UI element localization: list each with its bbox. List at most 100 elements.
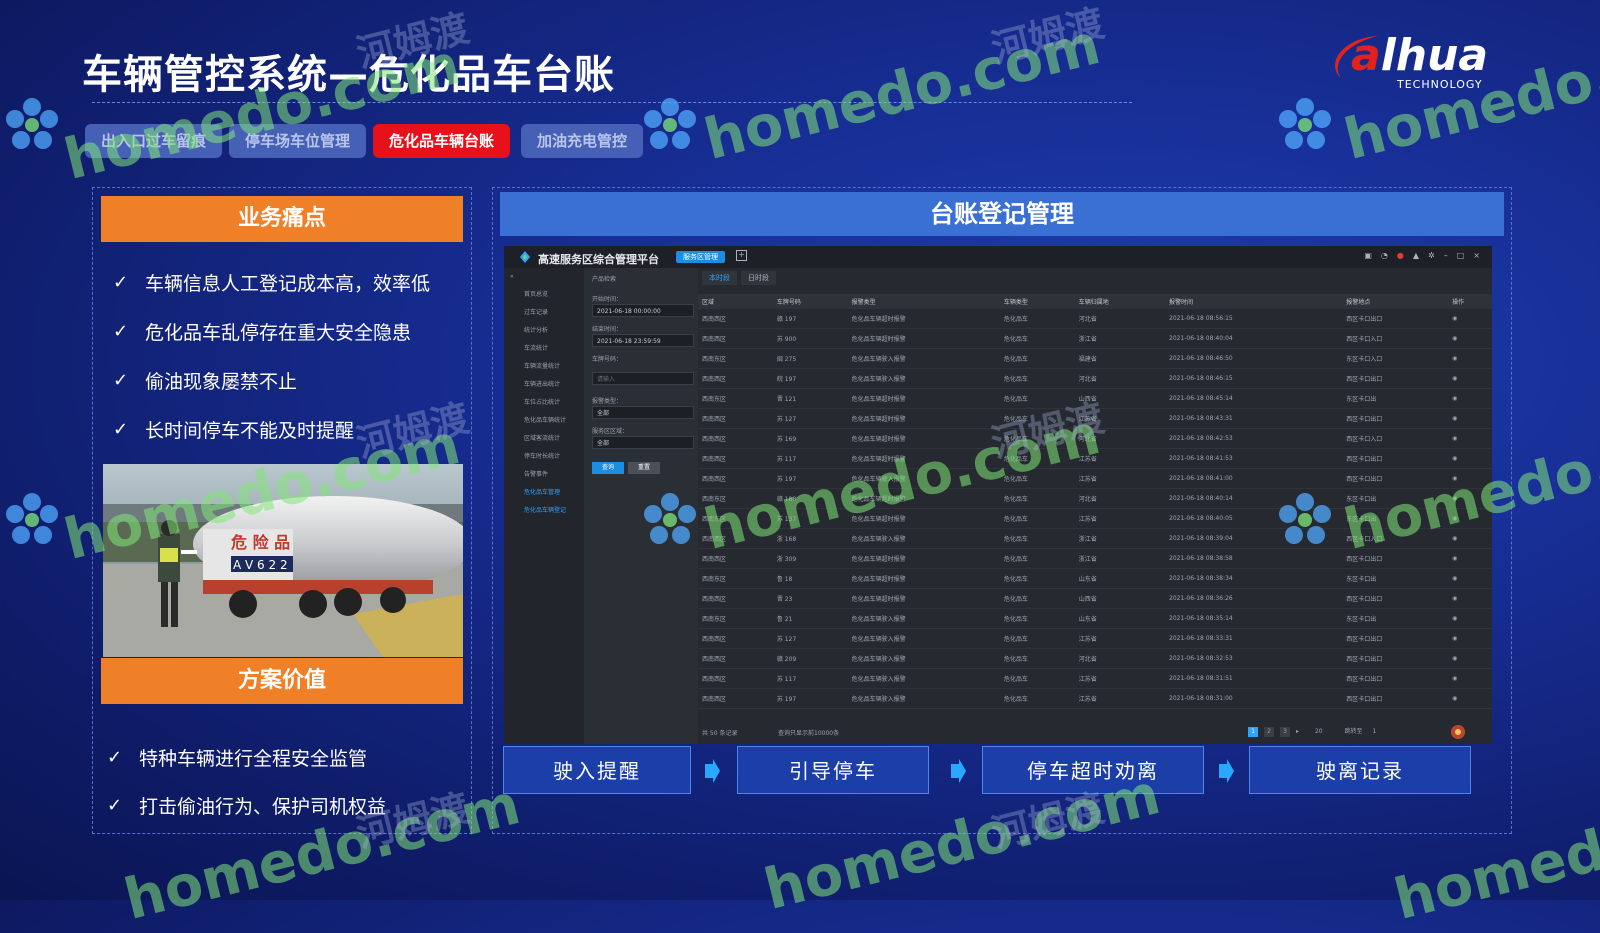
table-row[interactable]: 西南东区赣 188 危化品车辆超时报警 危化品车 河北省 2021-06-18 08:4… (698, 488, 1492, 509)
flow-step-entry-alert: 驶入提醒 (503, 746, 691, 794)
page-button[interactable]: 3 (1280, 727, 1290, 737)
table-row[interactable]: 西南西区苏 117 危化品车辆驶入报警 危化品车 江苏省 2021-06-18 08:3… (698, 668, 1492, 689)
monitor-icon[interactable]: ▣ (1364, 251, 1372, 260)
sidebar-subitem[interactable]: 危化品车辆统计 (504, 412, 584, 430)
check-icon: ✓ (113, 419, 129, 440)
table-row[interactable]: 西南东区苏 137 危化品车辆超时报警 危化品车 江苏省 2021-06-18 08:4… (698, 508, 1492, 529)
tab-day-period[interactable]: 日时段 (741, 271, 776, 285)
table-row[interactable]: 西南西区赣 209 危化品车辆驶入报警 危化品车 河北省 2021-06-18 08:3… (698, 648, 1492, 669)
page-button[interactable]: 1 (1248, 727, 1258, 737)
page-button[interactable]: 2 (1264, 727, 1274, 737)
tab-current-period[interactable]: 本时段 (702, 271, 737, 285)
value-list: ✓ 特种车辆进行全程安全监管 ✓ 打击偷油行为、保护司机权益 (107, 733, 386, 829)
table-row[interactable]: 西南西区苏 117 危化品车辆超时报警 危化品车 江苏省 2021-06-18 08:4… (698, 448, 1492, 469)
table-cell: 西区卡口出口 (1342, 688, 1449, 709)
table-row[interactable]: 西南西区晋 23 危化品车辆超时报警 危化品车 山西省 2021-06-18 08:36… (698, 588, 1492, 609)
sidebar-subitem[interactable]: 告警事件 (504, 466, 584, 484)
table-row[interactable]: 西南西区浙 309 危化品车辆超时报警 危化品车 浙江省 2021-06-18 08:3… (698, 548, 1492, 569)
alarm-type-select[interactable]: 全部 (592, 406, 694, 419)
table-cell: 危化品车辆驶入报警 (847, 648, 1000, 669)
sidebar-item[interactable]: 统计分析 (504, 322, 584, 340)
close-icon[interactable]: × (1473, 251, 1480, 260)
sidebar-subitem[interactable]: 车辆进出统计 (504, 376, 584, 394)
table-row[interactable]: 西南西区苏 197 危化品车辆驶入报警 危化品车 江苏省 2021-06-18 08:3… (698, 688, 1492, 709)
add-tab-icon[interactable]: + (736, 250, 747, 261)
page-size-select[interactable]: 20 (1315, 728, 1323, 735)
view-icon[interactable]: ◉ (1448, 488, 1492, 509)
sidebar-subitem[interactable]: 车流统计 (504, 340, 584, 358)
sidebar-item[interactable]: 首页总览 (504, 286, 584, 304)
settings-icon[interactable]: ✲ (1428, 251, 1435, 260)
table-cell: 危化品车 (999, 548, 1075, 569)
table-row[interactable]: 西南西区皖 197 危化品车辆驶入报警 危化品车 河北省 2021-06-18 08:4… (698, 368, 1492, 389)
volume-icon[interactable]: ◔ (1381, 251, 1388, 260)
view-icon[interactable]: ◉ (1448, 688, 1492, 709)
view-icon[interactable]: ◉ (1448, 408, 1492, 429)
flow-arrow-icon (951, 759, 966, 783)
sidebar-subitem-hazmat-register[interactable]: 危化品车辆登记 (504, 502, 584, 520)
sidebar-item-hazmat[interactable]: 危化品车管理 (504, 484, 584, 502)
sidebar-subitem[interactable]: 停车时长统计 (504, 448, 584, 466)
search-button[interactable]: 查询 (592, 462, 624, 474)
view-icon[interactable]: ◉ (1448, 668, 1492, 689)
tab-hazmat-ledger[interactable]: 危化品车辆台账 (373, 124, 511, 158)
alarm-icon[interactable]: ● (1397, 251, 1404, 260)
platform-title: 高速服务区综合管理平台 (538, 253, 659, 266)
tab-parking-space[interactable]: 停车场车位管理 (229, 124, 367, 158)
view-icon[interactable]: ◉ (1448, 448, 1492, 469)
view-icon[interactable]: ◉ (1448, 648, 1492, 669)
jump-input[interactable]: 1 (1372, 728, 1376, 735)
table-cell: 危化品车 (999, 648, 1075, 669)
view-icon[interactable]: ◉ (1448, 388, 1492, 409)
sidebar-collapse-icon[interactable]: « (504, 268, 584, 286)
view-icon[interactable]: ◉ (1448, 468, 1492, 489)
table-cell: 西南西区 (698, 328, 773, 349)
table-row[interactable]: 西南西区苏 900 危化品车辆超时报警 危化品车 浙江省 2021-06-18 08:4… (698, 328, 1492, 349)
maximize-icon[interactable]: □ (1457, 251, 1465, 260)
table-row[interactable]: 西南东区鲁 21 危化品车辆驶入报警 危化品车 山东省 2021-06-18 08:35… (698, 608, 1492, 629)
table-row[interactable]: 西南西区苏 197 危化品车辆驶入报警 危化品车 江苏省 2021-06-18 08:4… (698, 468, 1492, 489)
view-icon[interactable]: ◉ (1448, 328, 1492, 349)
area-select[interactable]: 全部 (592, 436, 694, 449)
table-row[interactable]: 西南东区闽 275 危化品车辆驶入报警 危化品车 福建省 2021-06-18 08:4… (698, 348, 1492, 369)
table-cell: 西南东区 (698, 508, 773, 529)
table-row[interactable]: 西南西区苏 127 危化品车辆超时报警 危化品车 江苏省 2021-06-18 08:4… (698, 408, 1492, 429)
table-row[interactable]: 西南西区苏 127 危化品车辆驶入报警 危化品车 江苏省 2021-06-18 08:3… (698, 628, 1492, 649)
table-cell: 2021-06-18 08:41:00 (1165, 468, 1343, 489)
sidebar-subitem[interactable]: 车位占比统计 (504, 394, 584, 412)
view-icon[interactable]: ◉ (1448, 608, 1492, 629)
sidebar-subitem[interactable]: 车辆流量统计 (504, 358, 584, 376)
view-icon[interactable]: ◉ (1448, 528, 1492, 549)
sidebar-item[interactable]: 过车记录 (504, 304, 584, 322)
plate-input[interactable]: 请输入 (592, 372, 694, 385)
platform-module-badge[interactable]: 服务区管理 (676, 251, 725, 263)
next-page-icon[interactable]: ▸ (1296, 728, 1299, 735)
tab-fuel-charging[interactable]: 加油充电管控 (521, 124, 644, 158)
view-icon[interactable]: ◉ (1448, 508, 1492, 529)
view-icon[interactable]: ◉ (1448, 428, 1492, 449)
view-icon[interactable]: ◉ (1448, 348, 1492, 369)
view-icon[interactable]: ◉ (1448, 368, 1492, 389)
table-row[interactable]: 西南东区鲁 18 危化品车辆超时报警 危化品车 山东省 2021-06-18 08:38… (698, 568, 1492, 589)
table-cell: 河北省 (1074, 488, 1165, 509)
view-icon[interactable]: ◉ (1448, 588, 1492, 609)
table-cell: 苏 900 (772, 328, 848, 349)
view-icon[interactable]: ◉ (1448, 628, 1492, 649)
table-row[interactable]: 西南西区浙 168 危化品车辆驶入报警 危化品车 浙江省 2021-06-18 08:3… (698, 528, 1492, 549)
table-row[interactable]: 西南西区苏 169 危化品车辆超时报警 危化品车 河北省 2021-06-18 08:4… (698, 428, 1492, 449)
table-cell: 西南东区 (698, 488, 773, 509)
tab-entry-exit-record[interactable]: 出入口过车留痕 (85, 124, 223, 158)
view-icon[interactable]: ◉ (1448, 568, 1492, 589)
view-icon[interactable]: ◉ (1448, 548, 1492, 569)
table-row[interactable]: 西南东区晋 121 危化品车辆超时报警 危化品车 山西省 2021-06-18 08:4… (698, 388, 1492, 409)
user-icon[interactable]: ▲ (1413, 251, 1419, 260)
end-time-input[interactable]: 2021-06-18 23:59:59 (592, 334, 694, 347)
start-time-input[interactable]: 2021-06-18 00:00:00 (592, 304, 694, 317)
minimize-icon[interactable]: – (1444, 251, 1448, 260)
flow-arrow-icon (1219, 759, 1234, 783)
table-row[interactable]: 西南西区赣 197 危化品车辆超时报警 危化品车 河北省 2021-06-18 08:5… (698, 309, 1492, 329)
sidebar-subitem[interactable]: 区域客流统计 (504, 430, 584, 448)
pagination: 1 2 3 ▸ 20 跳转至 1 (1248, 726, 1376, 737)
reset-button[interactable]: 重置 (628, 462, 660, 474)
view-icon[interactable]: ◉ (1448, 309, 1492, 329)
